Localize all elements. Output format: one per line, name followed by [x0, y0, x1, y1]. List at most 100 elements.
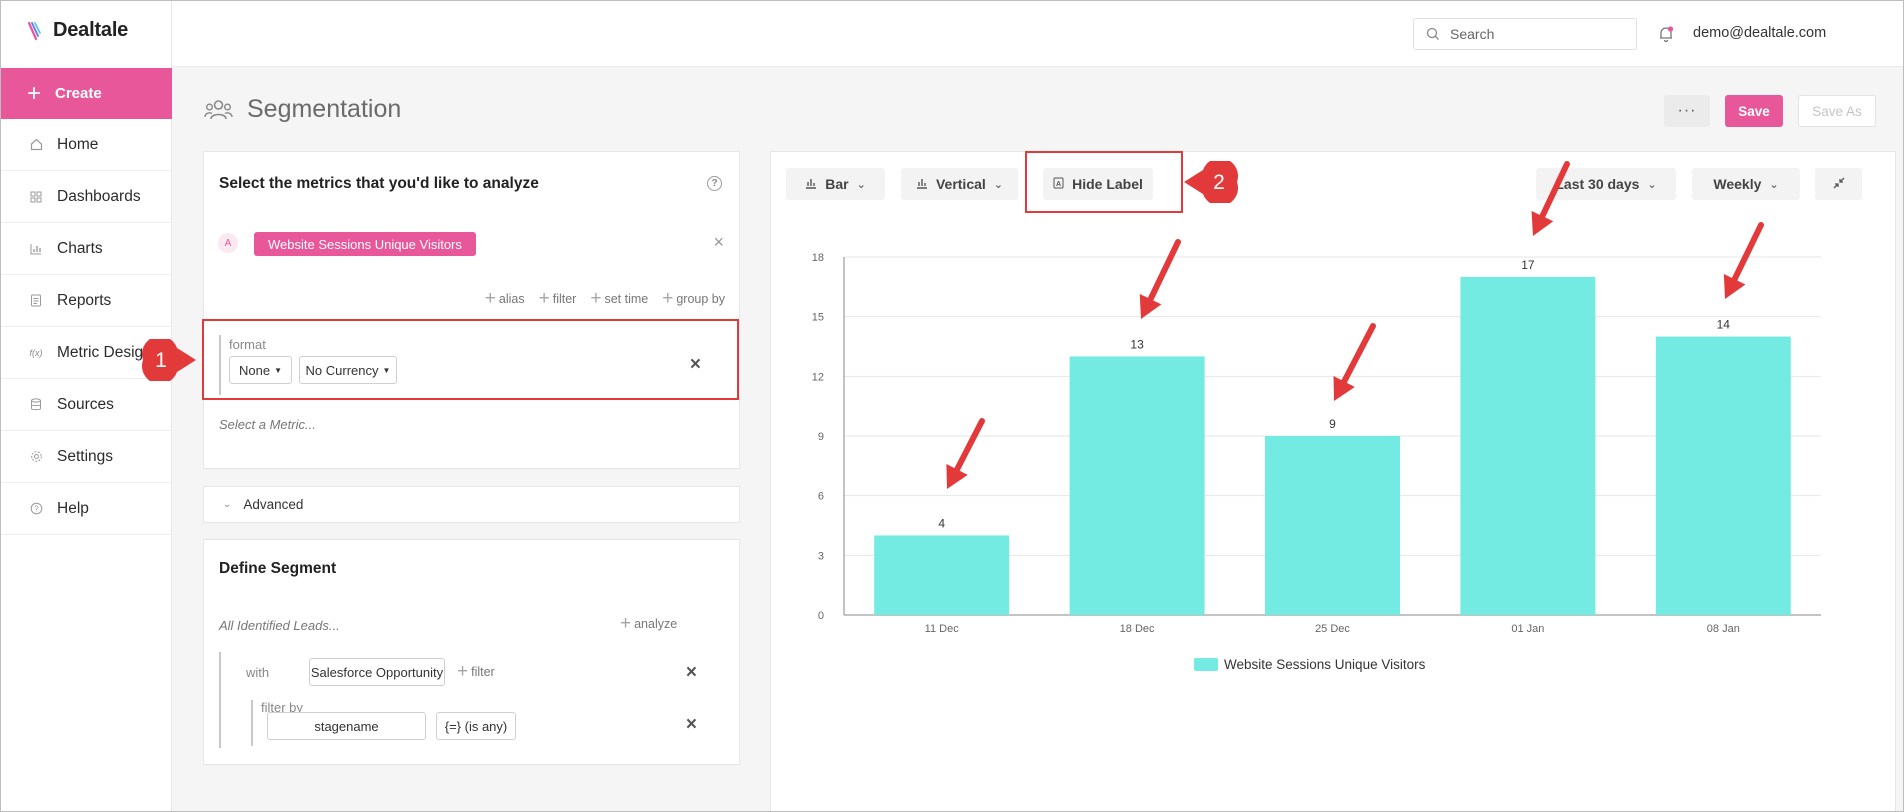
with-label: with [246, 665, 270, 680]
remove-filter-close-icon[interactable]: × [686, 714, 697, 736]
filter-field-input[interactable]: stagename [267, 712, 426, 740]
database-icon [29, 398, 43, 412]
sidebar-item-charts[interactable]: Charts [1, 223, 172, 275]
y-tick-label: 9 [818, 431, 824, 443]
plus-icon: + [538, 288, 550, 309]
object-selector[interactable]: Salesforce Opportunity [309, 658, 445, 686]
annotation-box-format [202, 319, 739, 400]
plus-icon: + [590, 288, 602, 309]
notifications-bell-icon[interactable] [1657, 25, 1675, 48]
sidebar-item-home[interactable]: Home [1, 119, 172, 171]
sidebar-nav: Home Dashboards Charts Reports f(x) Metr… [1, 119, 172, 535]
bar [874, 535, 1010, 615]
app-window: Dealtale + Create Home Dashboards Charts… [0, 0, 1904, 812]
brand-logo[interactable]: Dealtale [27, 19, 128, 42]
brand-name: Dealtale [53, 19, 129, 41]
bar-chart: 0 3 6 9 12 15 18 4 11 Dec 13 18 Dec 9 25 Dec 17 01 Jan… [812, 252, 1821, 635]
bar [1265, 436, 1400, 615]
metrics-panel-title: Select the metrics that you'd like to an… [219, 175, 539, 192]
segment-title: Define Segment [219, 560, 337, 577]
plus-icon: + [620, 613, 632, 634]
search-input[interactable] [1450, 26, 1620, 42]
user-email[interactable]: demo@dealtale.com [1693, 25, 1826, 41]
page-header: Segmentation [204, 95, 401, 124]
search-icon [1426, 27, 1439, 40]
advanced-toggle[interactable]: ⌄ Advanced [203, 486, 740, 523]
annotation-box-hide-label [1025, 151, 1183, 213]
dashboards-icon [29, 190, 43, 204]
data-label: 17 [1521, 258, 1535, 272]
save-as-button[interactable]: Save As [1798, 95, 1876, 127]
bar [1655, 336, 1791, 615]
sidebar-item-label: Settings [57, 447, 114, 465]
add-filter-button[interactable]: + filter [539, 289, 577, 308]
x-tick-label: 25 Dec [1315, 623, 1350, 635]
add-alias-button[interactable]: + alias [485, 289, 525, 308]
metric-letter-badge: A [218, 233, 238, 253]
sidebar-item-label: Home [57, 135, 99, 153]
select-metric-input[interactable]: Select a Metric... [219, 417, 316, 432]
x-tick-label: 01 Jan [1511, 623, 1544, 635]
metric-tag[interactable]: Website Sessions Unique Visitors [254, 232, 476, 256]
filter-operator-dropdown[interactable]: {=} (is any) [436, 712, 516, 740]
y-tick-label: 12 [812, 371, 824, 383]
topbar: demo@dealtale.com [172, 1, 1903, 67]
y-tick-label: 3 [818, 550, 824, 562]
x-tick-label: 18 Dec [1120, 623, 1155, 635]
sidebar-item-dashboards[interactable]: Dashboards [1, 171, 172, 223]
chart-legend[interactable]: Website Sessions Unique Visitors [1194, 657, 1425, 672]
save-button[interactable]: Save [1725, 95, 1783, 127]
x-tick-label: 08 Jan [1707, 623, 1740, 635]
sidebar-item-help[interactable]: ? Help [1, 483, 172, 535]
bar [1069, 356, 1205, 615]
filter-label: filter [471, 664, 495, 679]
help-icon: ? [29, 502, 43, 516]
sidebar-item-sources[interactable]: Sources [1, 379, 172, 431]
set-time-button[interactable]: + set time [590, 289, 648, 308]
action-label: alias [498, 291, 525, 306]
legend-label: Website Sessions Unique Visitors [1224, 657, 1426, 672]
metric-actions: + alias + filter + set time + group by [485, 289, 725, 308]
help-icon[interactable]: ? [707, 176, 722, 191]
sidebar-item-label: Dashboards [57, 187, 141, 205]
y-tick-label: 0 [818, 610, 824, 622]
y-tick-label: 6 [818, 491, 824, 503]
y-tick-label: 18 [812, 252, 824, 264]
plus-icon: + [27, 79, 42, 107]
charts-icon [29, 242, 43, 256]
svg-text:1: 1 [155, 349, 167, 372]
segment-condition-group: with Salesforce Opportunity + filter × fi… [219, 652, 721, 748]
group-by-button[interactable]: + group by [662, 289, 725, 308]
remove-metric-close-icon[interactable]: × [713, 232, 724, 253]
action-label: set time [604, 291, 649, 306]
annotation-marker-2: 2 [1184, 161, 1239, 203]
metrics-panel: Select the metrics that you'd like to an… [203, 151, 740, 469]
sidebar-item-settings[interactable]: Settings [1, 431, 172, 483]
more-options-button[interactable]: ··· [1664, 95, 1710, 127]
legend-swatch [1194, 658, 1218, 671]
add-filter-button[interactable]: + filter [457, 662, 495, 681]
sidebar-item-label: Charts [57, 239, 103, 257]
svg-text:?: ? [34, 504, 39, 513]
action-label: group by [676, 291, 725, 306]
gear-icon [29, 450, 43, 464]
search-box[interactable] [1413, 18, 1637, 50]
sidebar-item-label: Reports [57, 291, 112, 309]
segment-leads-selector[interactable]: All Identified Leads... [219, 618, 340, 633]
action-label: filter [552, 291, 577, 306]
analyze-button[interactable]: + analyze [620, 614, 677, 633]
create-button[interactable]: + Create [1, 68, 172, 119]
sidebar-item-reports[interactable]: Reports [1, 275, 172, 327]
reports-icon [29, 294, 43, 308]
data-label: 9 [1329, 417, 1336, 431]
chevron-down-icon: ⌄ [223, 499, 232, 510]
home-icon [29, 138, 43, 152]
page-title: Segmentation [247, 95, 402, 123]
sidebar: Dealtale + Create Home Dashboards Charts… [1, 1, 172, 811]
remove-condition-close-icon[interactable]: × [686, 662, 697, 684]
bar [1460, 276, 1596, 615]
chart-panel: Bar ⌄ Vertical ⌄ A Hide Label Last 30 da… [770, 151, 1896, 811]
data-label: 14 [1717, 318, 1731, 332]
define-segment-panel: Define Segment All Identified Leads... +… [203, 539, 740, 765]
advanced-label: Advanced [243, 497, 304, 512]
